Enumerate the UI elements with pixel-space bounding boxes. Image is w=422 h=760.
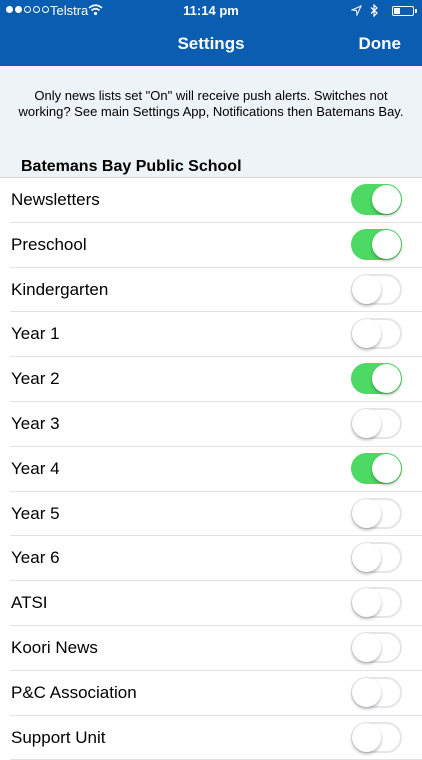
status-bar: Telstra 11:14 pm [0,0,422,22]
list-item: P&C Association [10,671,422,716]
list-item: Year 3 [10,402,422,447]
navigation-bar: Telstra 11:14 pm Settings Done [0,0,422,66]
toggle-switch[interactable] [351,184,402,215]
toggle-switch[interactable] [351,407,402,439]
toggle-knob [372,364,401,394]
toggle-knob [352,498,381,528]
toggle-switch[interactable] [351,228,402,260]
list-item-label: Koori News [11,637,98,657]
list-item-label: Year 1 [11,324,60,344]
toggle-switch[interactable] [351,273,402,305]
done-button[interactable]: Done [359,34,402,54]
list-item-label: Newsletters [11,190,100,209]
toggle-knob [372,229,401,259]
list-item-label: Year 4 [11,458,60,478]
toggle-switch[interactable] [351,721,402,753]
list-item-label: Year 2 [11,369,60,389]
toggle-switch[interactable] [351,676,402,708]
toggle-knob [352,543,381,573]
list-item-label: ATSI [11,593,48,613]
list-item-label: Support Unit [11,727,106,747]
list-item: Year 2 [10,357,422,402]
toggle-knob [372,185,401,214]
toggle-switch[interactable] [351,452,402,484]
list-item: Year 1 [10,312,422,358]
toggle-switch[interactable] [351,363,402,395]
list-item-label: Year 3 [11,413,60,433]
toggle-knob [352,319,381,349]
list-item-label: Preschool [11,234,87,254]
toggle-knob [352,274,381,304]
toggle-knob [352,588,381,618]
list-item-label: Year 6 [11,548,60,568]
bluetooth-icon [370,3,378,20]
battery-tip [415,9,417,13]
toggle-switch[interactable] [351,497,402,529]
list-item: Year 4 [10,447,422,492]
toggle-switch[interactable] [351,318,402,350]
news-list-settings: Newsletters Preschool Kindergarten Year 1 Ye… [0,177,422,760]
battery-icon [392,6,417,16]
section-header: Batemans Bay Public School [0,158,422,177]
toggle-switch[interactable] [351,631,402,663]
notice-text: Only news lists set "On" will receive pu… [18,88,404,119]
location-arrow-icon [350,4,362,19]
list-item: Koori News [10,626,422,671]
list-item: Year 6 [10,536,422,582]
toggle-knob [352,677,381,707]
toggle-knob [352,632,381,662]
push-alert-notice: Only news lists set "On" will receive pu… [0,66,422,158]
list-item-label: Kindergarten [11,279,109,299]
list-item: Preschool [10,223,422,268]
list-item: Newsletters [10,178,422,223]
battery-level [394,8,400,14]
toggle-knob [372,453,401,483]
list-item-label: P&C Association [11,682,137,702]
toggle-knob [352,722,381,752]
list-item-label: Year 5 [11,503,60,523]
toggle-switch[interactable] [351,587,402,619]
list-item: ATSI [10,581,422,626]
toggle-switch[interactable] [351,542,402,574]
list-item: Support Unit [10,716,422,760]
list-item: Year 5 [10,492,422,537]
list-item: Kindergarten [10,268,422,313]
toggle-knob [352,408,381,438]
